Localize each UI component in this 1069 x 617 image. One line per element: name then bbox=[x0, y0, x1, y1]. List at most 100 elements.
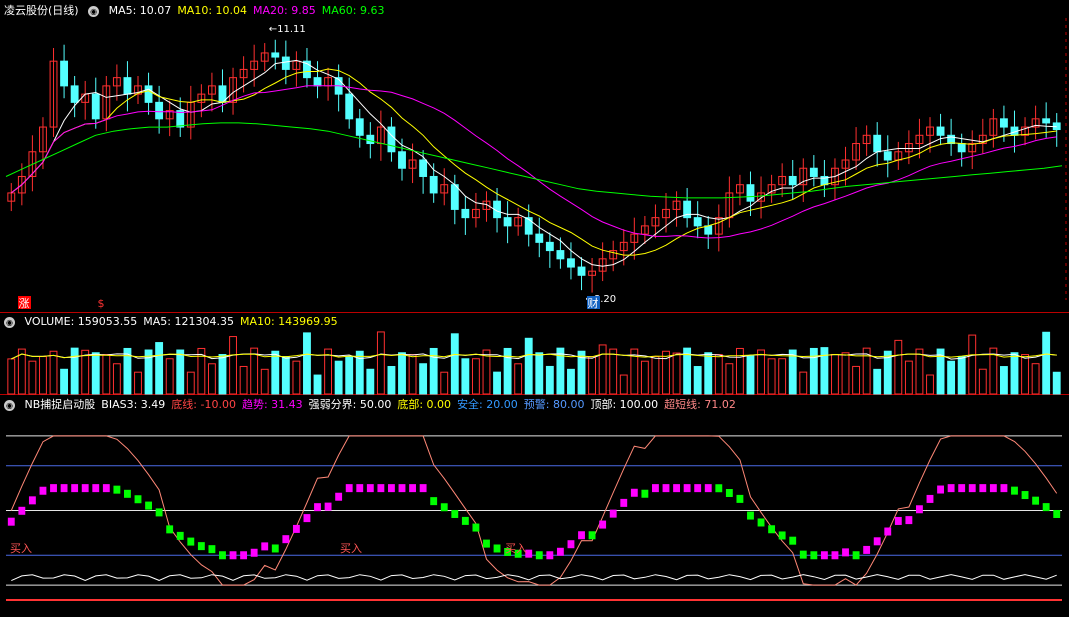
ma5-line bbox=[10, 59, 1057, 267]
volume-bar bbox=[978, 368, 987, 395]
candle-body bbox=[524, 217, 533, 235]
trend-mark bbox=[599, 520, 607, 529]
candle-body bbox=[535, 233, 544, 243]
volume-bar bbox=[1052, 371, 1061, 395]
volume-bar bbox=[672, 352, 681, 395]
trend-mark bbox=[292, 524, 300, 533]
trend-mark bbox=[641, 489, 649, 498]
trend-mark bbox=[1011, 486, 1018, 495]
candle-body bbox=[123, 77, 132, 95]
volume-bar bbox=[704, 352, 713, 395]
volume-bar bbox=[915, 348, 924, 395]
trend-mark bbox=[483, 539, 490, 548]
trend-mark bbox=[81, 484, 89, 493]
volume-bar bbox=[598, 344, 607, 395]
volume-bar bbox=[640, 360, 649, 395]
trend-mark bbox=[609, 509, 617, 518]
ma10-line bbox=[10, 68, 1057, 256]
trend-mark bbox=[736, 494, 744, 503]
volume-bar bbox=[376, 331, 385, 395]
volume-bar bbox=[207, 363, 216, 395]
volume-bar bbox=[60, 368, 69, 395]
volume-bar bbox=[366, 368, 375, 395]
chart-canvas[interactable]: ←11.11←8.20涨 $ 财买入 买入 买入 bbox=[0, 0, 1069, 617]
trend-mark bbox=[18, 506, 26, 515]
trend-mark bbox=[1032, 496, 1040, 505]
high-price-label: ←11.11 bbox=[269, 24, 306, 35]
volume-bar bbox=[757, 349, 765, 395]
marker-label: 财 bbox=[588, 296, 599, 310]
candle-body bbox=[450, 184, 459, 210]
volume-bar bbox=[324, 348, 333, 395]
volume-bar bbox=[345, 356, 354, 395]
volume-bar bbox=[799, 371, 808, 395]
volume-bar bbox=[968, 334, 977, 395]
candle-body bbox=[155, 101, 164, 120]
trend-mark bbox=[440, 503, 448, 512]
volume-bar bbox=[102, 354, 111, 395]
candle-body bbox=[577, 266, 586, 276]
volume-bar bbox=[292, 360, 301, 395]
trend-mark bbox=[863, 545, 871, 554]
volume-bar bbox=[524, 337, 533, 395]
candle-body bbox=[999, 118, 1008, 128]
trend-mark bbox=[176, 531, 184, 540]
volume-bar bbox=[229, 336, 237, 395]
trend-mark bbox=[1000, 484, 1008, 493]
trend-mark bbox=[166, 525, 174, 534]
volume-bar bbox=[461, 358, 470, 395]
volume-bar bbox=[7, 358, 16, 395]
trend-mark bbox=[556, 547, 564, 556]
trend-mark bbox=[219, 551, 226, 560]
trend-mark bbox=[102, 484, 110, 493]
volume-bar bbox=[767, 358, 776, 395]
volume-bar bbox=[714, 354, 723, 395]
volume-bar bbox=[999, 366, 1008, 395]
volume-bar bbox=[471, 358, 480, 395]
trend-mark bbox=[747, 511, 754, 520]
volume-bar bbox=[1031, 363, 1040, 395]
trend-mark bbox=[694, 484, 702, 493]
volume-bar bbox=[334, 360, 343, 395]
trend-mark bbox=[704, 484, 712, 493]
trend-mark bbox=[757, 518, 765, 527]
trend-mark bbox=[652, 484, 659, 493]
candle-body bbox=[545, 241, 554, 252]
trend-mark bbox=[377, 484, 385, 493]
marker-label: 涨 bbox=[19, 297, 30, 310]
trend-mark bbox=[60, 484, 68, 493]
trend-mark bbox=[947, 484, 955, 493]
trend-mark bbox=[894, 516, 902, 525]
volume-bar bbox=[588, 356, 597, 395]
volume-bar bbox=[387, 366, 396, 395]
candle-body bbox=[366, 134, 375, 145]
trend-mark bbox=[979, 484, 987, 493]
volume-bar bbox=[926, 374, 934, 395]
volume-bar bbox=[1010, 352, 1019, 395]
volume-bar bbox=[440, 371, 449, 395]
candle-body bbox=[271, 52, 280, 58]
trend-mark bbox=[715, 484, 723, 493]
trend-mark bbox=[7, 517, 15, 526]
trend-mark bbox=[229, 551, 237, 560]
trend-mark bbox=[620, 498, 628, 507]
trend-mark bbox=[905, 516, 913, 525]
trend-mark bbox=[926, 494, 934, 503]
trend-mark bbox=[271, 544, 279, 553]
volume-bar bbox=[39, 356, 47, 395]
trend-mark bbox=[155, 508, 163, 517]
volume-bar bbox=[303, 332, 311, 395]
trend-mark bbox=[989, 484, 997, 493]
bias3-line bbox=[11, 574, 1057, 582]
trend-mark bbox=[916, 505, 923, 514]
trend-mark bbox=[725, 489, 733, 498]
volume-bar bbox=[778, 358, 787, 395]
volume-bar bbox=[176, 349, 185, 395]
volume-bar bbox=[1021, 354, 1029, 395]
candle-body bbox=[693, 217, 702, 227]
trend-mark bbox=[261, 542, 269, 551]
candle-body bbox=[144, 85, 153, 103]
trend-mark bbox=[493, 544, 501, 553]
volume-bar bbox=[904, 360, 913, 395]
candle-body bbox=[957, 143, 966, 153]
